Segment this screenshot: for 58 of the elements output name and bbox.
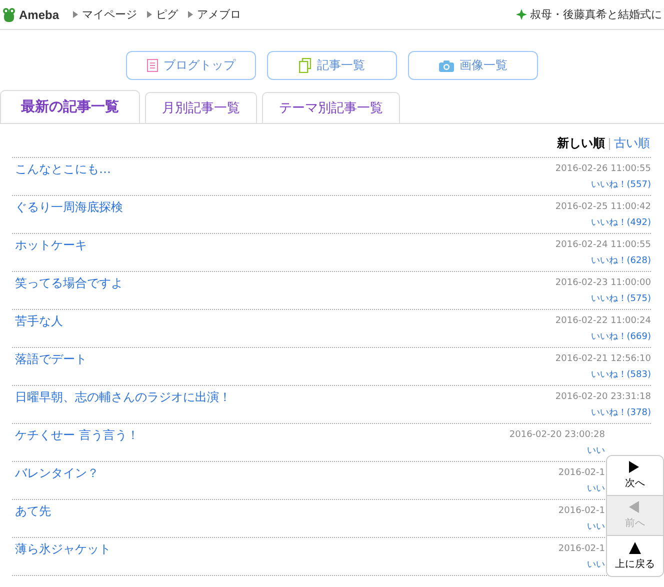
post-date: 2016-02-23 11:00:00 <box>555 277 651 290</box>
article-title-link[interactable]: ホットケーキ <box>15 237 87 271</box>
tab[interactable]: テーマ別記事一覧 <box>262 92 400 123</box>
like-count-link[interactable]: いいね！(492) <box>590 217 651 230</box>
post-date: 2016-02-1 <box>558 543 605 556</box>
sparkle-icon <box>516 9 527 20</box>
play-icon <box>629 461 641 473</box>
triangle-icon <box>73 11 78 18</box>
article-title-link[interactable]: 笑ってる場合ですよ <box>15 275 123 309</box>
like-count-link[interactable]: いいね！(628) <box>590 255 651 268</box>
like-count-link[interactable]: いい <box>587 521 605 534</box>
sort-link[interactable]: 新しい順 <box>557 135 605 152</box>
like-count-link[interactable]: いいね！(669) <box>590 331 651 344</box>
camera-icon <box>438 60 454 72</box>
article-title-link[interactable]: 落語でデート <box>15 351 87 385</box>
nav-link[interactable]: ピグ <box>147 7 178 22</box>
like-count-link[interactable]: いい <box>587 445 605 458</box>
triangle-icon <box>188 11 194 18</box>
nav-button[interactable]: 画像一覧 <box>408 51 538 80</box>
post-date: 2016-02-25 11:00:42 <box>555 201 651 214</box>
nav-button[interactable]: 記事一覧 <box>267 51 397 80</box>
article-title-link[interactable]: 日曜早朝、志の輔さんのラジオに出演！ <box>15 389 231 423</box>
tab[interactable]: 最新の記事一覧 <box>0 90 140 123</box>
article-title-link[interactable]: こんなとこにも… <box>15 161 111 195</box>
like-count-link[interactable]: いいね！(575) <box>590 293 651 306</box>
logo-link[interactable]: Ameba <box>2 6 60 22</box>
article-title-link[interactable]: あて先 <box>15 503 51 537</box>
like-count-link[interactable]: いい <box>587 559 605 572</box>
nav-button[interactable]: ブログトップ <box>126 51 256 80</box>
triangle-icon <box>147 11 152 18</box>
up-triangle-icon <box>629 542 641 554</box>
post-date: 2016-02-21 12:56:10 <box>555 353 651 366</box>
news-link[interactable]: 叔母・後藤真希と結婚式に <box>516 7 662 22</box>
tab[interactable]: 月別記事一覧 <box>145 92 257 123</box>
like-count-link[interactable]: いいね！(378) <box>590 407 651 420</box>
post-date: 2016-02-22 11:00:24 <box>555 315 651 328</box>
article-title-link[interactable]: 苦手な人 <box>15 313 63 347</box>
page-icon <box>146 59 158 72</box>
post-date: 2016-02-20 23:31:18 <box>555 391 651 404</box>
sort-link[interactable]: 古い順 <box>614 135 650 152</box>
like-count-link[interactable]: いいね！(557) <box>590 179 651 192</box>
article-title-link[interactable]: バレンタイン？ <box>15 465 99 499</box>
article-title-link[interactable]: ケチくせー 言う言う！ <box>15 427 139 461</box>
post-date: 2016-02-1 <box>558 505 605 518</box>
frog-icon <box>2 6 16 22</box>
post-date: 2016-02-1 <box>558 467 605 480</box>
pages-icon <box>299 58 311 73</box>
page-nav-button[interactable]: 次へ <box>607 456 663 496</box>
post-date: 2016-02-20 23:00:28 <box>509 429 605 442</box>
post-date: 2016-02-24 11:00:55 <box>555 239 651 252</box>
nav-link[interactable]: アメブロ <box>188 7 242 22</box>
nav-link[interactable]: マイページ <box>73 7 138 22</box>
post-date: 2016-02-26 11:00:55 <box>555 163 651 176</box>
like-count-link[interactable]: いいね！(583) <box>590 369 651 382</box>
back-triangle-icon <box>629 501 641 513</box>
article-title-link[interactable]: 薄ら氷ジャケット <box>15 541 111 575</box>
article-title-link[interactable]: ぐるり一周海底探検 <box>15 199 123 233</box>
like-count-link[interactable]: いい <box>587 483 605 496</box>
